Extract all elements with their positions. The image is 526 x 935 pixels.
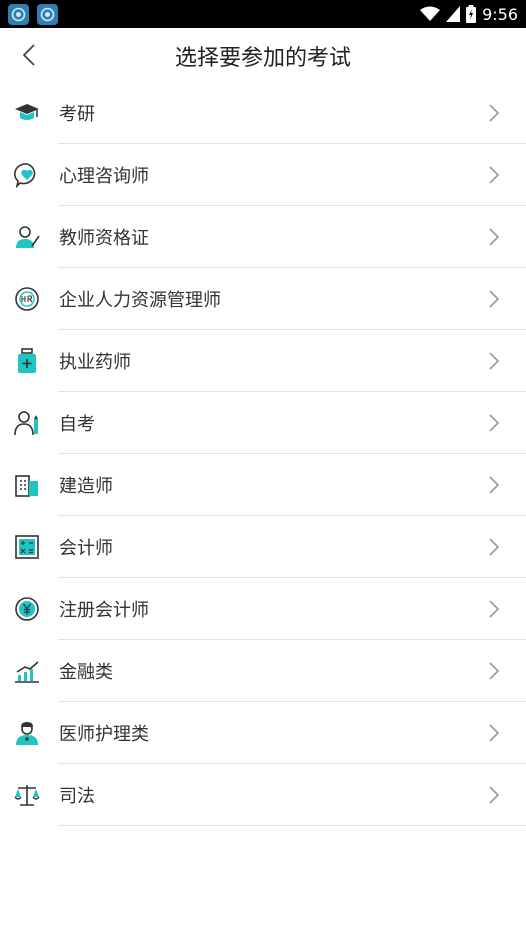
list-item-medical[interactable]: 医师护理类 (0, 702, 526, 764)
heart-bubble-icon (14, 163, 36, 188)
item-label: 教师资格证 (59, 228, 149, 249)
page-title: 选择要参加的考试 (174, 46, 351, 71)
chevron-right-icon (489, 104, 500, 122)
item-label: 心理咨询师 (59, 166, 149, 187)
chevron-right-icon (489, 662, 500, 680)
list-item-law[interactable]: 司法 (0, 764, 526, 826)
chevron-right-icon (489, 786, 500, 804)
item-label: 考研 (59, 104, 95, 125)
chevron-right-icon (489, 166, 500, 184)
chevron-left-icon (23, 44, 35, 66)
growth-chart-icon (15, 661, 39, 683)
item-label: 执业药师 (59, 352, 131, 373)
chevron-right-icon (489, 538, 500, 556)
yuan-coin-icon (15, 597, 39, 621)
list-item-finance[interactable]: 金融类 (0, 640, 526, 702)
chevron-right-icon (489, 476, 500, 494)
divider (58, 825, 526, 826)
status-time: 9:56 (482, 4, 518, 24)
calculator-icon (15, 535, 39, 559)
item-label: 建造师 (59, 476, 113, 497)
item-label: 会计师 (59, 538, 113, 559)
list-item-pharmacist[interactable]: 执业药师 (0, 330, 526, 392)
battery-icon (466, 5, 477, 23)
graduation-cap-icon (15, 104, 39, 120)
list-item-kaoyan[interactable]: 考研 (0, 82, 526, 144)
item-label: 医师护理类 (59, 724, 149, 745)
medicine-bottle-icon (18, 348, 36, 373)
chevron-right-icon (489, 228, 500, 246)
item-label: 企业人力资源管理师 (59, 290, 221, 311)
hr-badge-icon (15, 287, 39, 311)
teacher-icon (16, 226, 40, 248)
chevron-right-icon (489, 352, 500, 370)
list-item-cpa[interactable]: 注册会计师 (0, 578, 526, 640)
back-button[interactable] (15, 41, 43, 69)
doctor-icon (16, 722, 38, 745)
list-item-accountant[interactable]: 会计师 (0, 516, 526, 578)
chevron-right-icon (489, 414, 500, 432)
exam-list: 考研 心理咨询师 教师资格证 企业人力资源管理师 执业药师 自考 建造师 会计师… (0, 82, 526, 826)
scales-icon (14, 785, 40, 806)
item-label: 自考 (59, 414, 95, 435)
item-label: 金融类 (59, 662, 113, 683)
list-item-counselor[interactable]: 心理咨询师 (0, 144, 526, 206)
list-item-builder[interactable]: 建造师 (0, 454, 526, 516)
item-label: 注册会计师 (59, 600, 149, 621)
signal-icon (446, 6, 461, 22)
list-item-hr[interactable]: 企业人力资源管理师 (0, 268, 526, 330)
list-item-teacher[interactable]: 教师资格证 (0, 206, 526, 268)
notification-app-icon (37, 3, 58, 25)
chevron-right-icon (489, 290, 500, 308)
building-icon (15, 475, 38, 497)
notification-app-icon (8, 3, 29, 25)
chevron-right-icon (489, 724, 500, 742)
item-label: 司法 (59, 786, 95, 807)
student-icon (14, 411, 38, 436)
list-item-self-study[interactable]: 自考 (0, 392, 526, 454)
app-header: 选择要参加的考试 (0, 28, 526, 84)
status-bar: 9:56 (0, 0, 526, 28)
wifi-icon (420, 6, 441, 21)
chevron-right-icon (489, 600, 500, 618)
